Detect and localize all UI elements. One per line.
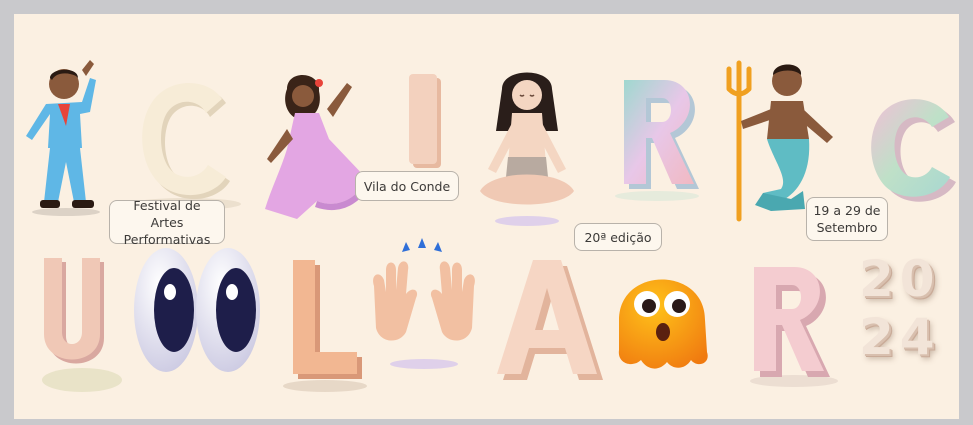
letter-c-cream — [124, 69, 244, 210]
festival-label: Festival de Artes Performativas — [109, 198, 225, 247]
man-dancing-icon — [24, 60, 114, 217]
merman-icon — [711, 59, 841, 222]
letter-c-rainbow — [864, 89, 959, 204]
letter-l-peach — [279, 254, 369, 394]
woman-dancing-icon — [257, 69, 372, 219]
dates-label: 19 a 29 de Setembro — [806, 197, 888, 241]
eyes-icon — [132, 242, 262, 382]
letter-u-peach — [34, 252, 124, 402]
year-top: 20 — [859, 250, 941, 308]
edition-label: 20ª edição — [574, 223, 662, 251]
letter-i-peach — [407, 74, 447, 174]
location-label: Vila do Conde — [355, 171, 459, 201]
letter-r-pink — [742, 259, 842, 389]
raising-hands-icon — [364, 236, 484, 371]
year-bottom: 24 — [859, 308, 941, 366]
face-with-open-mouth-blob-icon — [607, 256, 717, 376]
letter-a-peach — [489, 254, 609, 394]
letter-r-pastel — [612, 72, 702, 202]
festival-poster: C I R C — [14, 14, 959, 419]
person-in-lotus-position-icon — [472, 69, 582, 229]
